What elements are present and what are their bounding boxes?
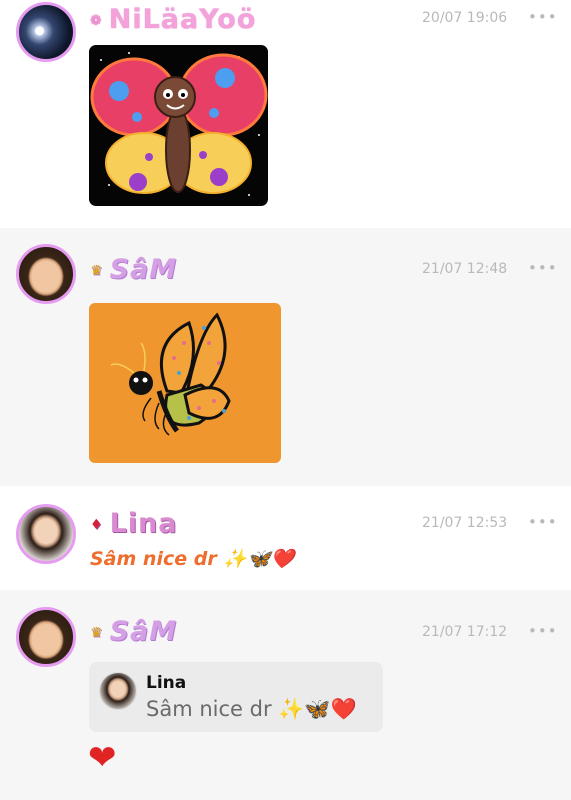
user-avatar[interactable] (16, 2, 76, 62)
quoted-username: Lina (146, 673, 187, 693)
message-item: ♛ SâM 21/07 12:48 ••• (0, 228, 571, 486)
more-options-icon[interactable]: ••• (528, 8, 558, 26)
timestamp: 20/07 19:06 (422, 10, 508, 26)
more-options-icon[interactable]: ••• (528, 513, 558, 531)
ruby-badge-icon: ♦ (90, 516, 104, 533)
username[interactable]: ❁ NiLäaYoö (90, 4, 256, 35)
user-avatar[interactable] (16, 244, 76, 304)
butterfly-drawing-image[interactable] (89, 45, 268, 206)
quoted-user-avatar (99, 672, 137, 710)
flower-badge-icon: ❁ (90, 12, 103, 29)
message-text: Sâm nice dr ✨🦋❤️ (90, 548, 295, 570)
heart-message: ❤ (88, 738, 117, 778)
user-avatar[interactable] (16, 504, 76, 564)
timestamp: 21/07 17:12 (422, 624, 508, 640)
username[interactable]: ♦ Lina (90, 508, 177, 539)
timestamp: 21/07 12:53 (422, 515, 508, 531)
more-options-icon[interactable]: ••• (528, 622, 558, 640)
quoted-text: Sâm nice dr ✨🦋❤️ (146, 697, 357, 721)
message-item: ♦ Lina 21/07 12:53 ••• Sâm nice dr ✨🦋❤️ (0, 486, 571, 590)
crown-badge-icon: ♛ (90, 262, 104, 279)
crown-badge-icon: ♛ (90, 624, 104, 641)
message-item: ❁ NiLäaYoö 20/07 19:06 ••• (0, 0, 571, 228)
timestamp: 21/07 12:48 (422, 261, 508, 277)
username[interactable]: ♛ SâM (90, 616, 177, 647)
message-item: ♛ SâM 21/07 17:12 ••• Lina Sâm nice dr ✨🦋… (0, 590, 571, 800)
more-options-icon[interactable]: ••• (528, 259, 558, 277)
reply-quote[interactable]: Lina Sâm nice dr ✨🦋❤️ (89, 662, 383, 732)
user-avatar[interactable] (16, 607, 76, 667)
butterfly-drawing-image[interactable] (89, 303, 281, 463)
username[interactable]: ♛ SâM (90, 254, 177, 285)
